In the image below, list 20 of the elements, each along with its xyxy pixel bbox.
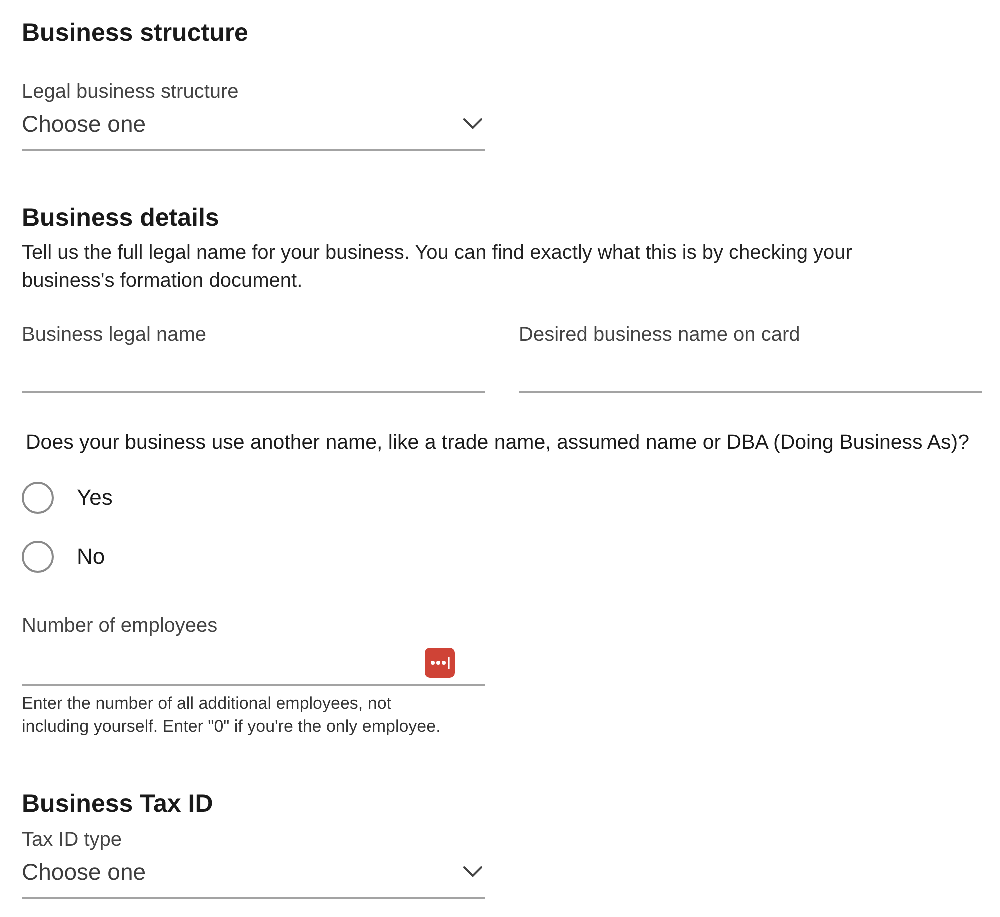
field-hint: Enter the number of all additional employees, not including yourself. Enter "0" if you're the only employee. (22, 693, 442, 738)
field-label: Number of employees (22, 614, 219, 638)
section-description: Tell us the full legal name for your business. You can find exactly what this is by checking your business's formation document. (22, 241, 854, 294)
radio-button[interactable] (22, 482, 54, 514)
dots-icon[interactable] (425, 648, 455, 678)
field-label: Desired business name on card (519, 323, 802, 347)
section-heading: Business Tax ID (22, 789, 214, 820)
field-label: Tax ID type (22, 828, 124, 852)
select-field[interactable]: Choose one (22, 109, 485, 151)
select-field[interactable]: Choose one (22, 857, 485, 899)
radio-button[interactable] (22, 541, 54, 573)
chevron-down-icon (463, 866, 483, 878)
section-heading: Business details (22, 203, 220, 234)
radio-label: Yes (77, 484, 113, 512)
chevron-down-icon (463, 118, 483, 130)
field-label: Business legal name (22, 323, 208, 347)
field-label: Legal business structure (22, 80, 240, 104)
question-text: Does your business use another name, like a trade name, assumed name or DBA (Doing Business As)? (26, 431, 970, 455)
radio-label: No (77, 543, 106, 571)
section-heading: Business structure (22, 18, 250, 49)
